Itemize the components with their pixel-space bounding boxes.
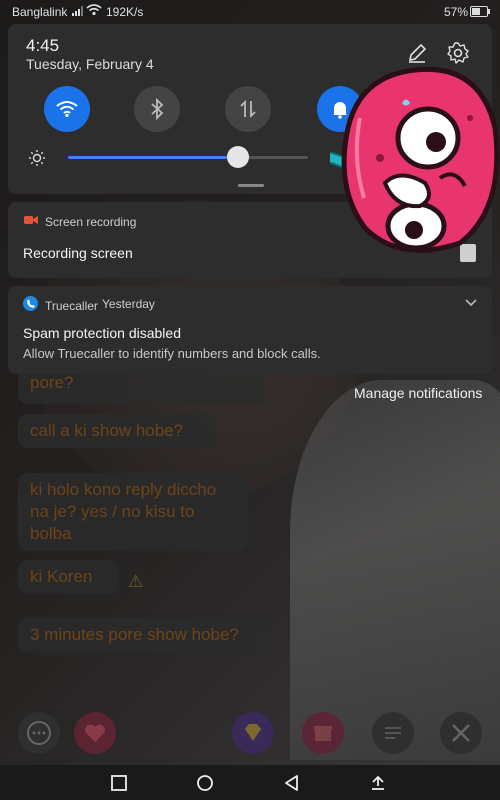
notification-truecaller[interactable]: Truecaller Yesterday Spam protection dis… [8, 286, 492, 374]
wifi-icon [56, 101, 78, 118]
brightness-slider[interactable] [68, 156, 308, 159]
comment-icon[interactable] [18, 712, 60, 754]
background-photo-shirt [290, 380, 500, 760]
chat-bubble: call a ki show hobe? [18, 414, 216, 448]
bluetooth-toggle[interactable] [134, 86, 180, 132]
notification-app-name: Screen recording [45, 215, 137, 229]
notification-title: Spam protection disabled [23, 325, 181, 341]
recents-icon[interactable] [110, 774, 128, 792]
truecaller-icon [23, 296, 38, 311]
data-arrows-icon [240, 99, 256, 119]
notification-time: Yesterday [102, 297, 155, 311]
chat-bubble: ki Koren [18, 560, 118, 594]
back-icon[interactable] [283, 774, 301, 792]
brightness-thumb[interactable] [227, 146, 250, 168]
clock-date: Tuesday, February 4 [26, 56, 154, 72]
warning-emoji-icon: ⚠ [128, 572, 144, 591]
notification-text: Allow Truecaller to identify numbers and… [23, 346, 321, 361]
chat-bubble: ki holo kono reply diccho na je? yes / n… [18, 473, 248, 551]
panel-drag-handle[interactable] [238, 184, 264, 187]
status-bar: Banglalink 192K/s 57% [0, 0, 500, 24]
manage-notifications-link[interactable]: Manage notifications [354, 385, 482, 401]
heart-icon[interactable] [74, 712, 116, 754]
notification-title: Recording screen [23, 245, 133, 261]
brightness-fill [68, 156, 239, 159]
mobile-data-toggle[interactable] [225, 86, 271, 132]
notification-app-name: Truecaller [45, 299, 98, 313]
brightness-icon [29, 150, 45, 166]
home-icon[interactable] [196, 774, 214, 792]
wifi-toggle[interactable] [44, 86, 90, 132]
pink-blob-sticker [330, 66, 500, 253]
gem-icon[interactable] [232, 712, 274, 754]
battery-icon [470, 6, 490, 17]
chevron-down-icon[interactable] [464, 298, 478, 308]
gift-icon[interactable] [302, 712, 344, 754]
signal-icon [72, 6, 83, 16]
network-speed: 192K/s [106, 5, 144, 19]
battery-percent: 57% [444, 5, 469, 19]
bluetooth-icon [151, 98, 164, 120]
chat-bubble: 3 minutes pore show hobe? [18, 618, 260, 652]
carrier-name: Banglalink [12, 5, 68, 19]
wifi-status-icon [86, 4, 102, 16]
notification-pull-icon[interactable] [369, 774, 387, 792]
screen-record-icon [24, 216, 38, 224]
close-icon[interactable] [440, 712, 482, 754]
menu-icon[interactable] [372, 712, 414, 754]
navigation-bar [0, 765, 500, 800]
clock-time: 4:45 [26, 36, 60, 55]
